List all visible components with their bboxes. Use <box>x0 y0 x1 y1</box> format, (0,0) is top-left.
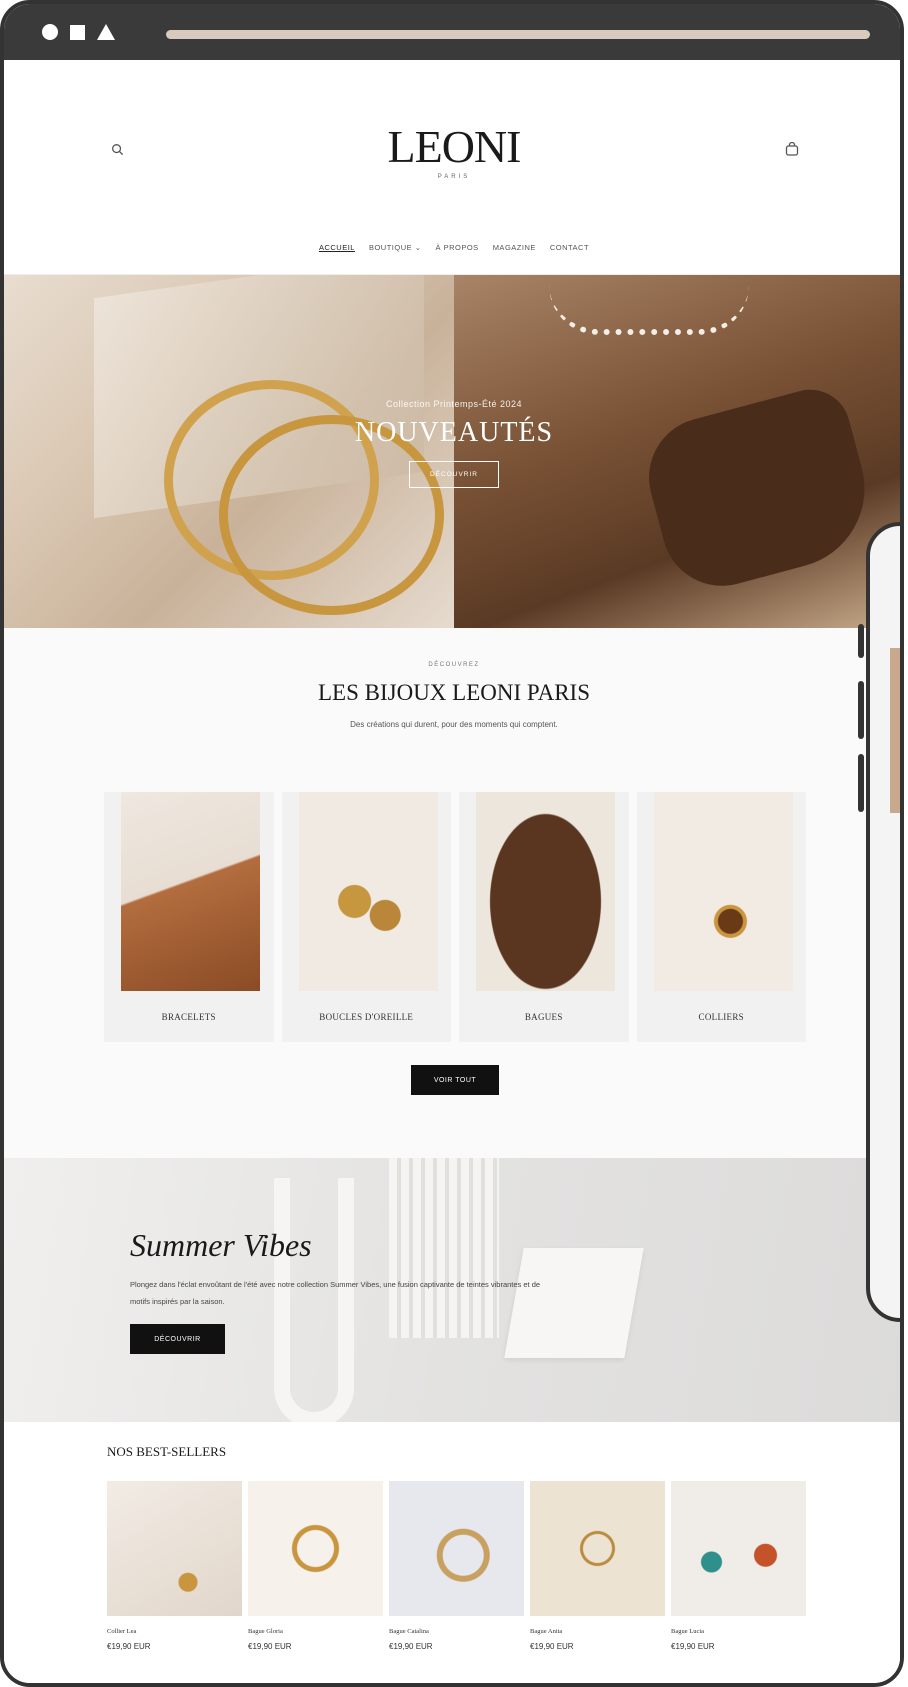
category-image <box>121 792 260 991</box>
collections-eyebrow: DÉCOUVREZ <box>428 662 480 668</box>
product-price: €19,90 EUR <box>248 1642 292 1651</box>
category-card-earrings[interactable]: BOUCLES D'OREILLE <box>281 792 451 1042</box>
phone-category-image <box>900 891 904 1011</box>
nav-accueil[interactable]: ACCUEIL <box>319 243 355 252</box>
nav-magazine[interactable]: MAGAZINE <box>493 243 536 252</box>
device-frame: LEONI PARIS ACCUEIL BOUTIQUE ⌄ À PROPOS … <box>0 0 904 1687</box>
view-all-button[interactable]: VOIR TOUT <box>411 1065 499 1095</box>
address-bar[interactable] <box>166 30 870 39</box>
product-image <box>389 1481 524 1616</box>
summer-description: Plongez dans l'éclat envoûtant de l'été … <box>130 1280 541 1306</box>
bestsellers-title: NOS BEST-SELLERS <box>107 1444 227 1459</box>
category-image <box>653 792 793 991</box>
site-logo[interactable]: LEONI PARIS <box>4 121 900 181</box>
circle-icon <box>42 24 58 40</box>
hero-discover-button[interactable]: DÉCOUVRIR <box>408 461 499 488</box>
site-header: LEONI PARIS ACCUEIL BOUTIQUE ⌄ À PROPOS … <box>4 60 900 275</box>
phone-hero-image <box>890 648 900 813</box>
phone-side-button <box>858 624 864 658</box>
category-image <box>298 792 438 991</box>
product-name: Bague Lucia <box>671 1628 705 1635</box>
product-list: Collier Lea €19,90 EUR Bague Gloria €19,… <box>107 1481 806 1651</box>
pearl-necklace <box>549 285 749 335</box>
bestsellers-section: NOS BEST-SELLERS Collier Lea €19,90 EUR … <box>4 1422 900 1682</box>
product-name: Bague Anita <box>530 1628 563 1635</box>
category-card-necklaces[interactable]: COLLIERS <box>636 792 806 1042</box>
category-label: COLLIERS <box>698 1012 744 1022</box>
category-label: BOUCLES D'OREILLE <box>319 1012 414 1022</box>
product-image <box>671 1481 806 1616</box>
product-card[interactable]: Bague Gloria €19,90 EUR <box>248 1481 383 1651</box>
collections-header: DÉCOUVREZ LES BIJOUX LEONI PARIS Des cré… <box>4 628 900 729</box>
website: LEONI PARIS ACCUEIL BOUTIQUE ⌄ À PROPOS … <box>4 60 900 1683</box>
summer-banner: Summer Vibes Plongez dans l'éclat envoût… <box>4 1158 900 1422</box>
phone-side-button <box>858 754 864 812</box>
product-price: €19,90 EUR <box>530 1642 574 1651</box>
cart-icon[interactable] <box>785 142 799 156</box>
product-card[interactable]: Collier Lea €19,90 EUR <box>107 1481 242 1651</box>
product-image <box>530 1481 665 1616</box>
product-price: €19,90 EUR <box>107 1642 151 1651</box>
product-price: €19,90 EUR <box>389 1642 433 1651</box>
product-name: Bague Gloria <box>248 1628 283 1635</box>
category-label: BAGUES <box>524 1012 563 1022</box>
main-nav: ACCUEIL BOUTIQUE ⌄ À PROPOS MAGAZINE CON… <box>4 243 900 252</box>
product-card[interactable]: Bague Catalina €19,90 EUR <box>389 1481 524 1651</box>
ribbed-vase <box>389 1158 499 1338</box>
hero-banner: Collection Printemps-Été 2024 NOUVEAUTÉS… <box>4 275 900 628</box>
category-image <box>476 792 615 991</box>
category-grid: BRACELETS BOUCLES D'OREILLE BAGUES COLLI… <box>104 792 806 1042</box>
hero-title: NOUVEAUTÉS <box>354 417 554 448</box>
nav-boutique[interactable]: BOUTIQUE ⌄ <box>369 243 422 252</box>
brand-name: LEONI <box>387 121 522 172</box>
nav-contact[interactable]: CONTACT <box>550 243 589 252</box>
category-card-bracelets[interactable]: BRACELETS <box>104 792 274 1042</box>
brand-sub: PARIS <box>437 174 471 180</box>
hero-eyebrow: Collection Printemps-Été 2024 <box>385 399 523 409</box>
product-card[interactable]: Bague Lucia €19,90 EUR <box>671 1481 806 1651</box>
window-controls <box>42 24 115 40</box>
category-label: BRACELETS <box>161 1012 216 1022</box>
phone-mockup <box>866 522 904 1322</box>
hero-text: Collection Printemps-Été 2024 NOUVEAUTÉS… <box>4 399 900 488</box>
product-card[interactable]: Bague Anita €19,90 EUR <box>530 1481 665 1651</box>
product-price: €19,90 EUR <box>671 1642 715 1651</box>
triangle-icon <box>97 24 115 40</box>
square-icon <box>70 24 85 40</box>
product-name: Collier Lea <box>107 1628 137 1635</box>
product-image <box>107 1481 242 1616</box>
phone-side-button <box>858 681 864 739</box>
product-image <box>248 1481 383 1616</box>
product-name: Bague Catalina <box>389 1628 429 1635</box>
category-card-rings[interactable]: BAGUES <box>459 792 629 1042</box>
collections-subtitle: Des créations qui durent, pour des momen… <box>350 720 558 729</box>
browser-topbar <box>4 4 900 60</box>
collections-section: DÉCOUVREZ LES BIJOUX LEONI PARIS Des cré… <box>4 628 900 1158</box>
nav-a-propos[interactable]: À PROPOS <box>436 243 479 252</box>
collections-title: LES BIJOUX LEONI PARIS <box>318 680 590 705</box>
summer-discover-button[interactable]: DÉCOUVRIR <box>130 1324 225 1354</box>
summer-title: Summer Vibes <box>130 1227 312 1263</box>
